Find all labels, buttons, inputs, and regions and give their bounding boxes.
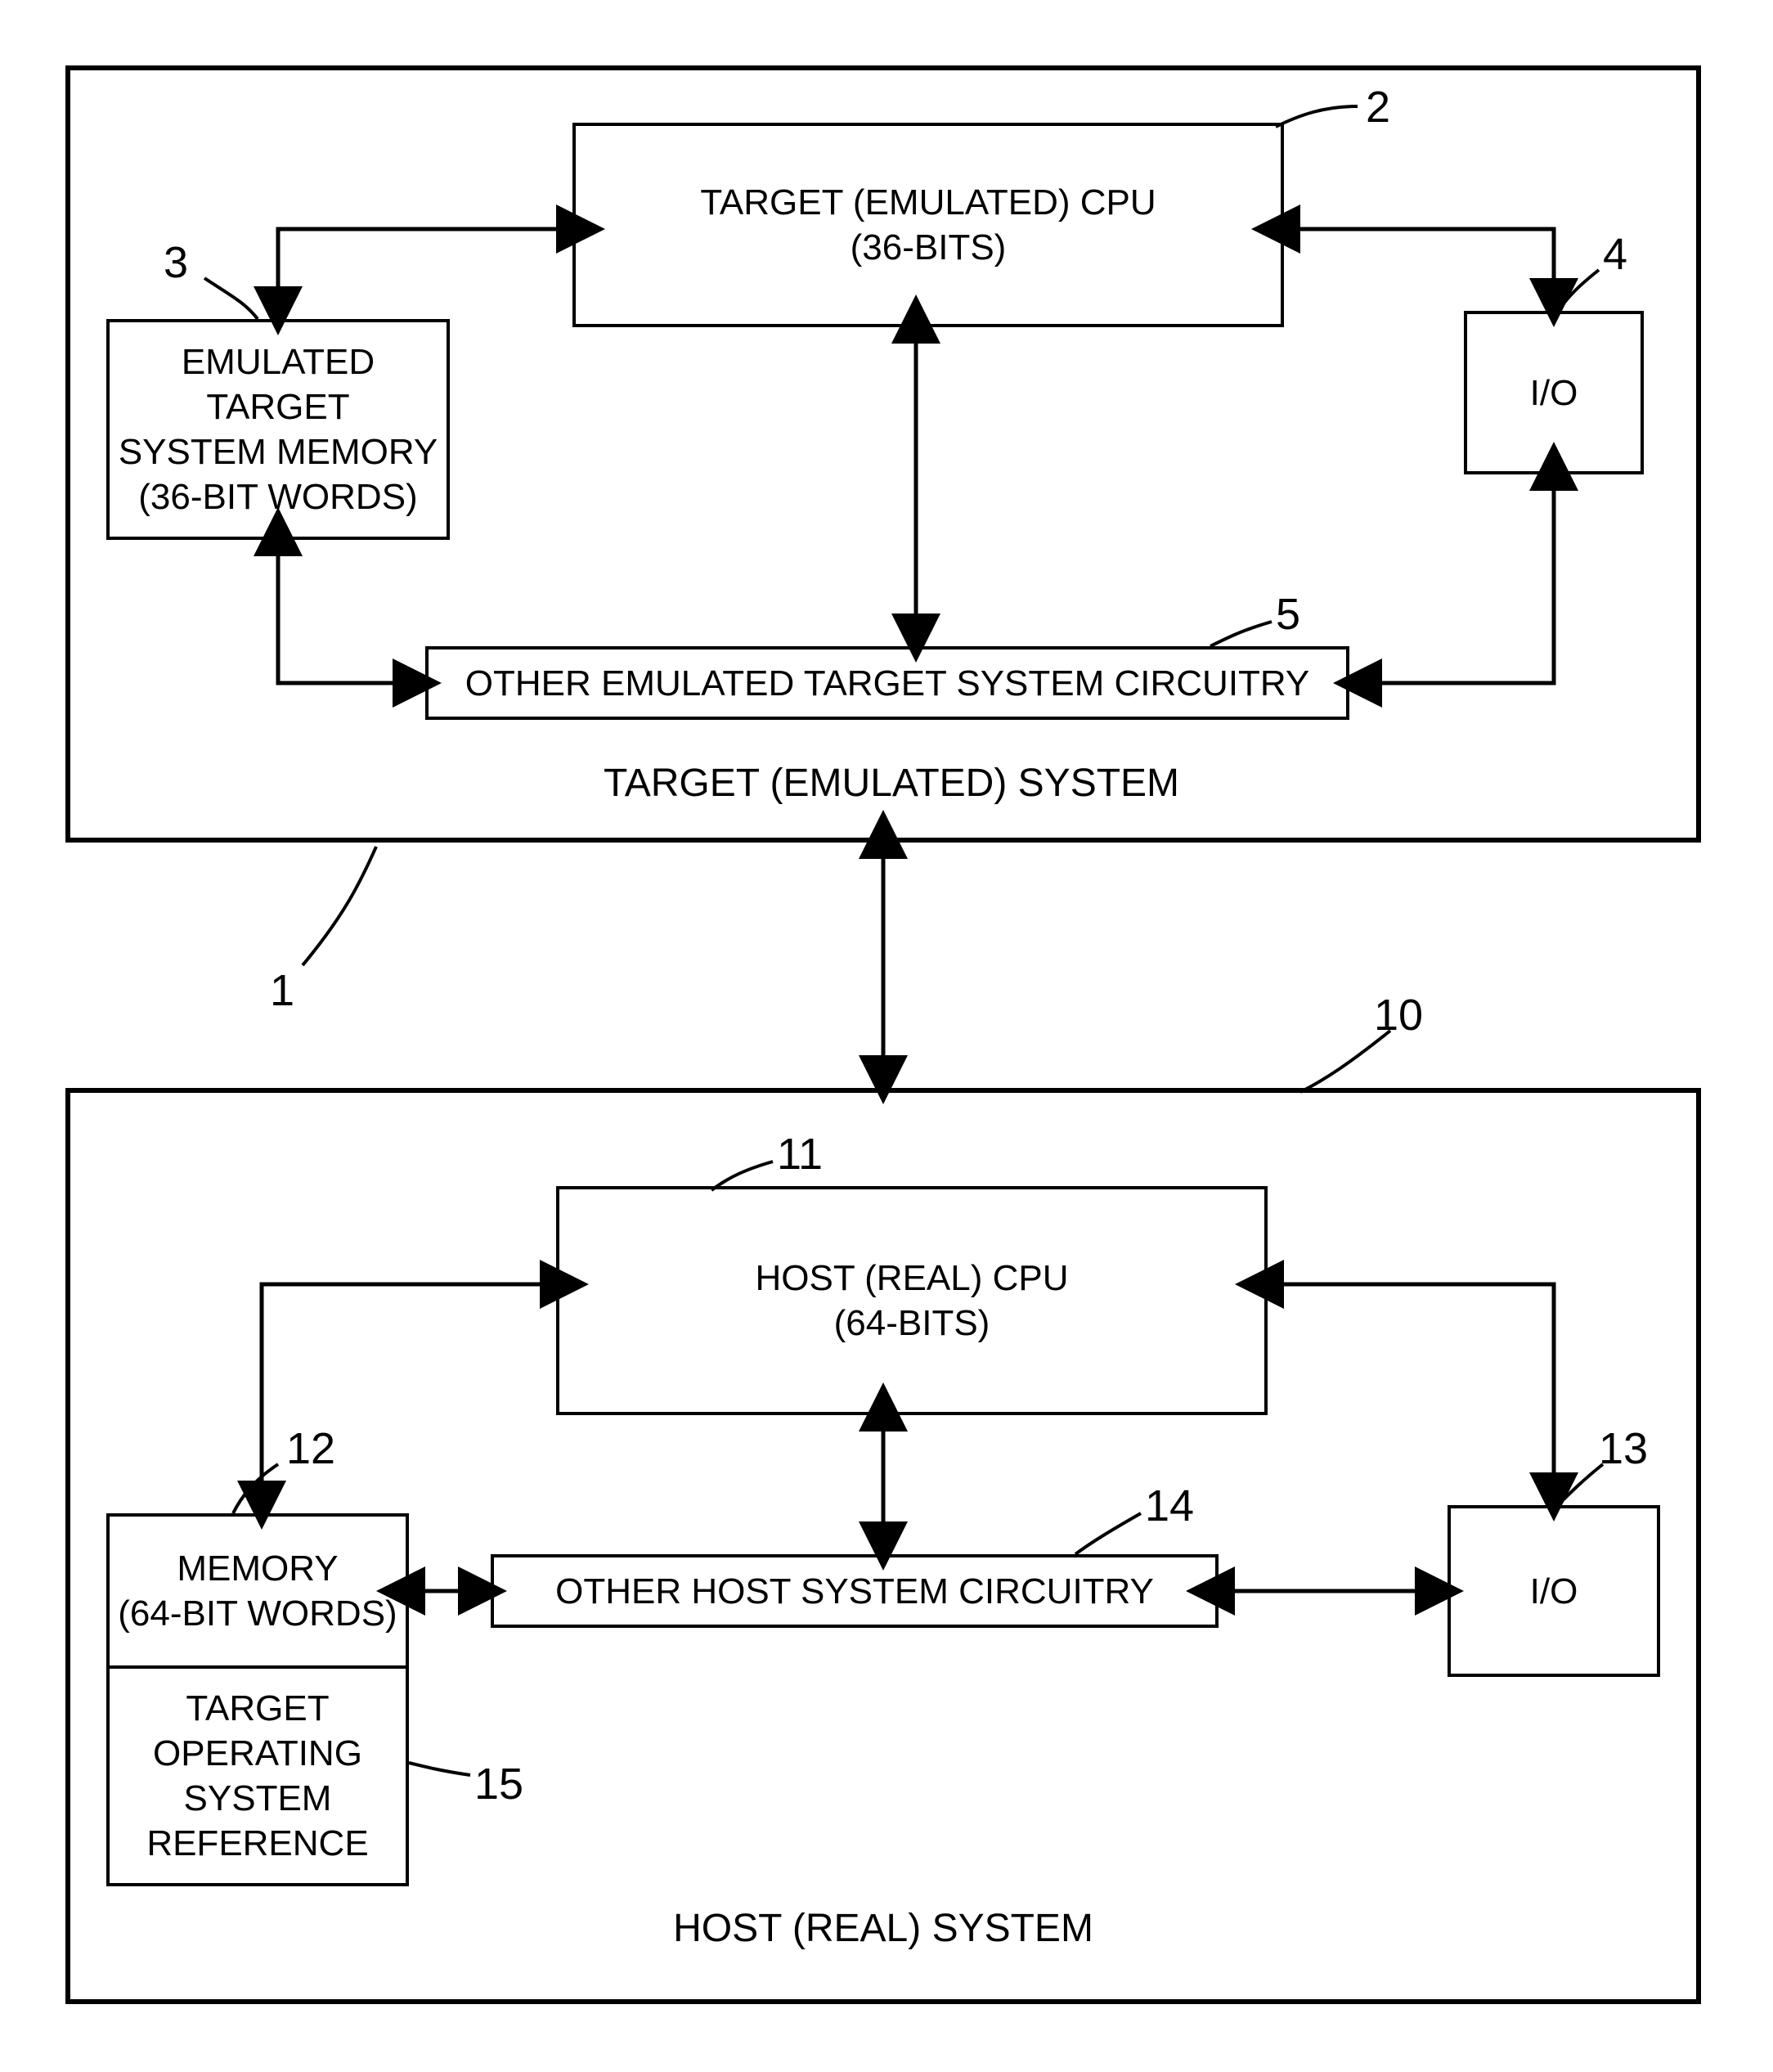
ref-13: 13 — [1599, 1423, 1648, 1474]
target-io-block: I/O — [1464, 311, 1644, 474]
ref-1: 1 — [270, 965, 294, 1016]
ref-12: 12 — [286, 1423, 335, 1474]
emulated-target-memory-block: EMULATED TARGET SYSTEM MEMORY (36-BIT WO… — [106, 319, 450, 540]
ref-10: 10 — [1374, 990, 1423, 1040]
host-system-caption: HOST (REAL) SYSTEM — [597, 1906, 1169, 1951]
ref-15: 15 — [474, 1759, 523, 1809]
ref-4: 4 — [1603, 229, 1627, 280]
ref-2: 2 — [1366, 82, 1390, 133]
host-io-block: I/O — [1448, 1505, 1660, 1677]
host-memory-block: MEMORY (64-BIT WORDS) — [106, 1513, 409, 1669]
ref-14: 14 — [1145, 1481, 1194, 1531]
target-cpu-block: TARGET (EMULATED) CPU (36-BITS) — [572, 123, 1284, 327]
ref-5: 5 — [1276, 589, 1300, 640]
host-cpu-block: HOST (REAL) CPU (64-BITS) — [556, 1186, 1268, 1415]
other-host-circuitry-block: OTHER HOST SYSTEM CIRCUITRY — [491, 1554, 1219, 1628]
ref-3: 3 — [164, 237, 188, 288]
target-os-reference-block: TARGET OPERATING SYSTEM REFERENCE — [106, 1665, 409, 1886]
target-system-caption: TARGET (EMULATED) SYSTEM — [572, 761, 1210, 806]
ref-11: 11 — [777, 1129, 823, 1180]
other-emulated-target-circuitry-block: OTHER EMULATED TARGET SYSTEM CIRCUITRY — [425, 646, 1349, 720]
